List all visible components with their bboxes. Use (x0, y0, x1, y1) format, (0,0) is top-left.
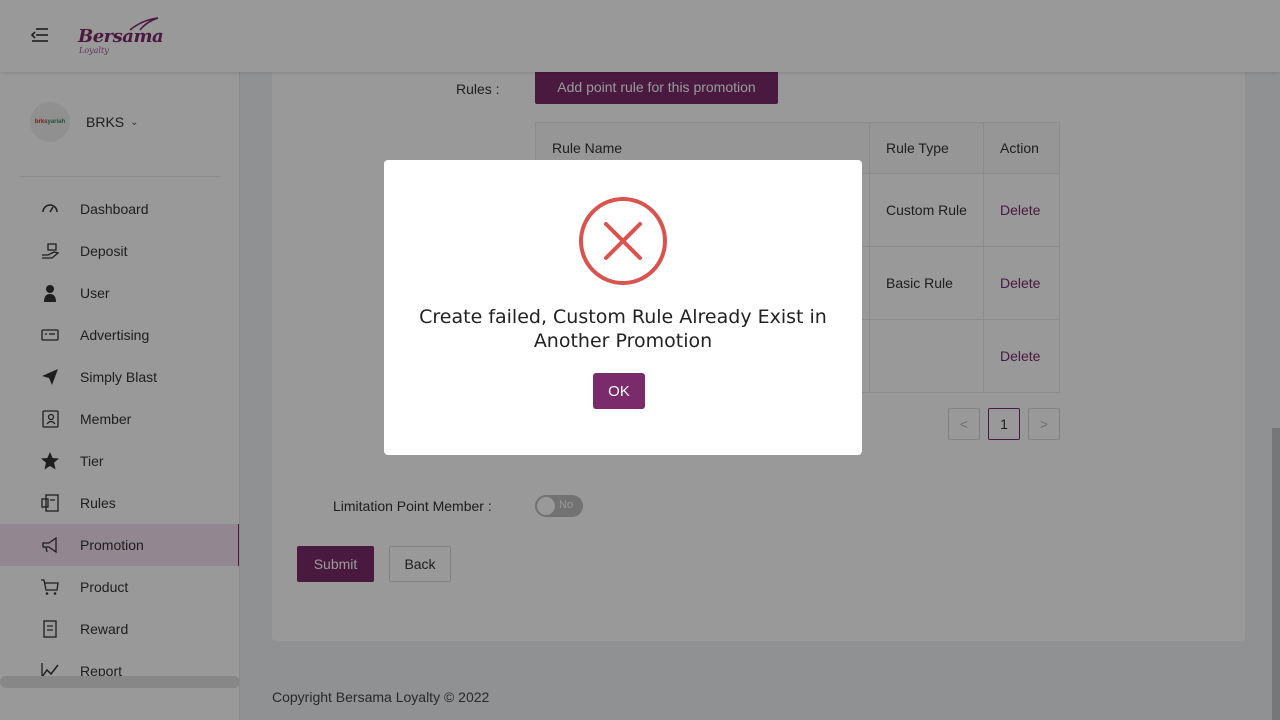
error-dialog: Create failed, Custom Rule Already Exist… (384, 160, 862, 455)
error-message: Create failed, Custom Rule Already Exist… (419, 306, 827, 352)
ok-button[interactable]: OK (593, 373, 645, 409)
error-x-circle-icon (579, 197, 667, 285)
